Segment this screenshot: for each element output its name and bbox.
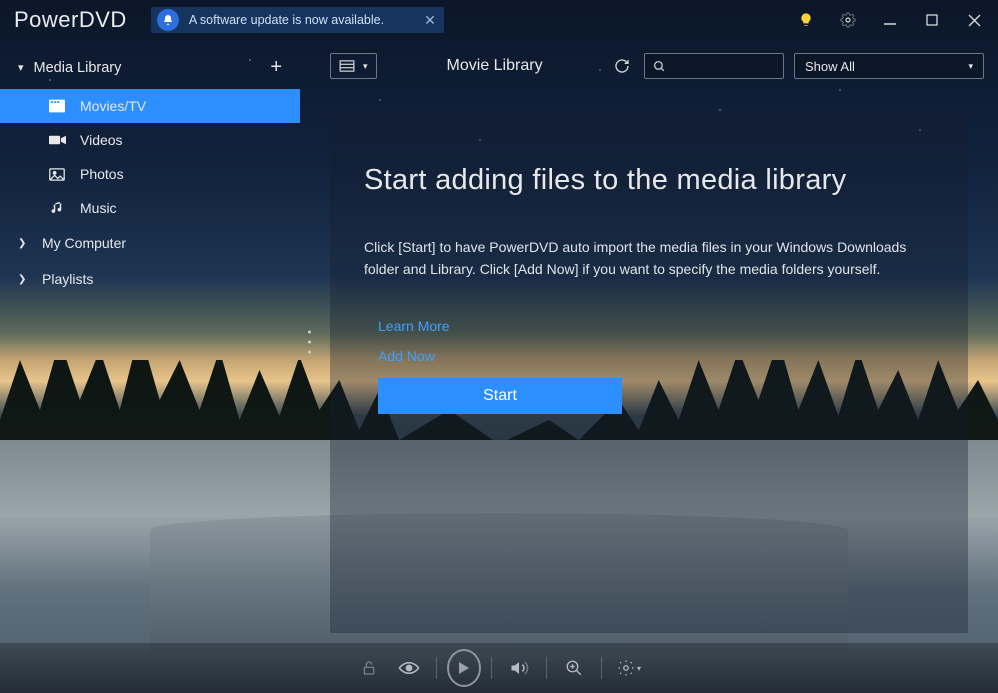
sidebar-item-label: Photos <box>80 166 124 182</box>
photo-icon <box>48 168 66 181</box>
learn-more-link[interactable]: Learn More <box>378 318 934 334</box>
zoom-button[interactable] <box>557 651 591 685</box>
settings-gear-icon[interactable] <box>834 6 862 34</box>
sidebar-item-photos[interactable]: Photos <box>0 157 300 191</box>
sidebar-item-label: Videos <box>80 132 123 148</box>
separator <box>546 657 547 679</box>
window-close-button[interactable] <box>960 6 988 34</box>
view-mode-dropdown[interactable]: ▾ <box>330 53 377 79</box>
more-settings-button[interactable]: ▾ <box>612 651 646 685</box>
volume-button[interactable] <box>502 651 536 685</box>
grid-view-icon <box>339 60 355 72</box>
notification-close-button[interactable]: ✕ <box>424 12 436 29</box>
app-logo: PowerDVD <box>14 7 127 33</box>
video-camera-icon <box>48 134 66 146</box>
welcome-body: Click [Start] to have PowerDVD auto impo… <box>364 237 924 280</box>
titlebar: PowerDVD A software update is now availa… <box>0 0 998 40</box>
sidebar: ▾ Media Library + Movies/TV Videos Photo… <box>0 40 300 643</box>
window-maximize-button[interactable] <box>918 6 946 34</box>
add-media-button[interactable]: + <box>270 56 282 79</box>
sidebar-group-label: Playlists <box>42 271 93 287</box>
sidebar-item-label: Music <box>80 200 117 216</box>
sidebar-item-videos[interactable]: Videos <box>0 123 300 157</box>
separator <box>491 657 492 679</box>
sidebar-item-movies-tv[interactable]: Movies/TV <box>0 89 300 123</box>
hint-bulb-icon[interactable] <box>792 6 820 34</box>
sidebar-item-music[interactable]: Music <box>0 191 300 225</box>
sidebar-section-playlists[interactable]: ❯ Playlists <box>0 261 300 297</box>
chevron-down-icon: ▾ <box>18 61 24 74</box>
chevron-down-icon: ▾ <box>363 61 368 72</box>
sidebar-resize-handle[interactable] <box>308 330 311 353</box>
welcome-heading: Start adding files to the media library <box>364 164 934 197</box>
separator <box>601 657 602 679</box>
chevron-down-icon: ▾ <box>968 61 973 72</box>
bell-icon <box>157 9 179 31</box>
search-icon <box>653 60 666 73</box>
chevron-right-icon: ❯ <box>18 274 30 285</box>
sidebar-section-media-library[interactable]: ▾ Media Library + <box>0 46 300 89</box>
notification-text: A software update is now available. <box>189 13 384 27</box>
play-button[interactable] <box>447 651 481 685</box>
sidebar-header-label: Media Library <box>34 60 122 76</box>
welcome-panel: Start adding files to the media library … <box>330 116 968 633</box>
filter-selected-label: Show All <box>805 59 855 74</box>
eye-view-button[interactable] <box>392 651 426 685</box>
sidebar-item-label: Movies/TV <box>80 98 146 114</box>
main-area: ▾ Movie Library Show All ▾ Start adding … <box>300 40 998 643</box>
sidebar-section-my-computer[interactable]: ❯ My Computer <box>0 225 300 261</box>
lock-button[interactable] <box>352 651 386 685</box>
filter-dropdown[interactable]: Show All ▾ <box>794 53 984 79</box>
chevron-right-icon: ❯ <box>18 238 30 249</box>
music-note-icon <box>48 201 66 216</box>
movies-icon <box>48 99 66 113</box>
library-toolbar: ▾ Movie Library Show All ▾ <box>300 46 998 86</box>
separator <box>436 657 437 679</box>
sidebar-group-label: My Computer <box>42 235 126 251</box>
add-now-link[interactable]: Add Now <box>378 348 934 364</box>
refresh-button[interactable] <box>610 58 634 74</box>
player-controls: ▾ <box>0 643 998 693</box>
library-title: Movie Library <box>447 57 543 75</box>
search-input[interactable] <box>644 53 784 79</box>
update-notification[interactable]: A software update is now available. ✕ <box>151 7 444 33</box>
window-minimize-button[interactable] <box>876 6 904 34</box>
start-button[interactable]: Start <box>378 378 622 414</box>
